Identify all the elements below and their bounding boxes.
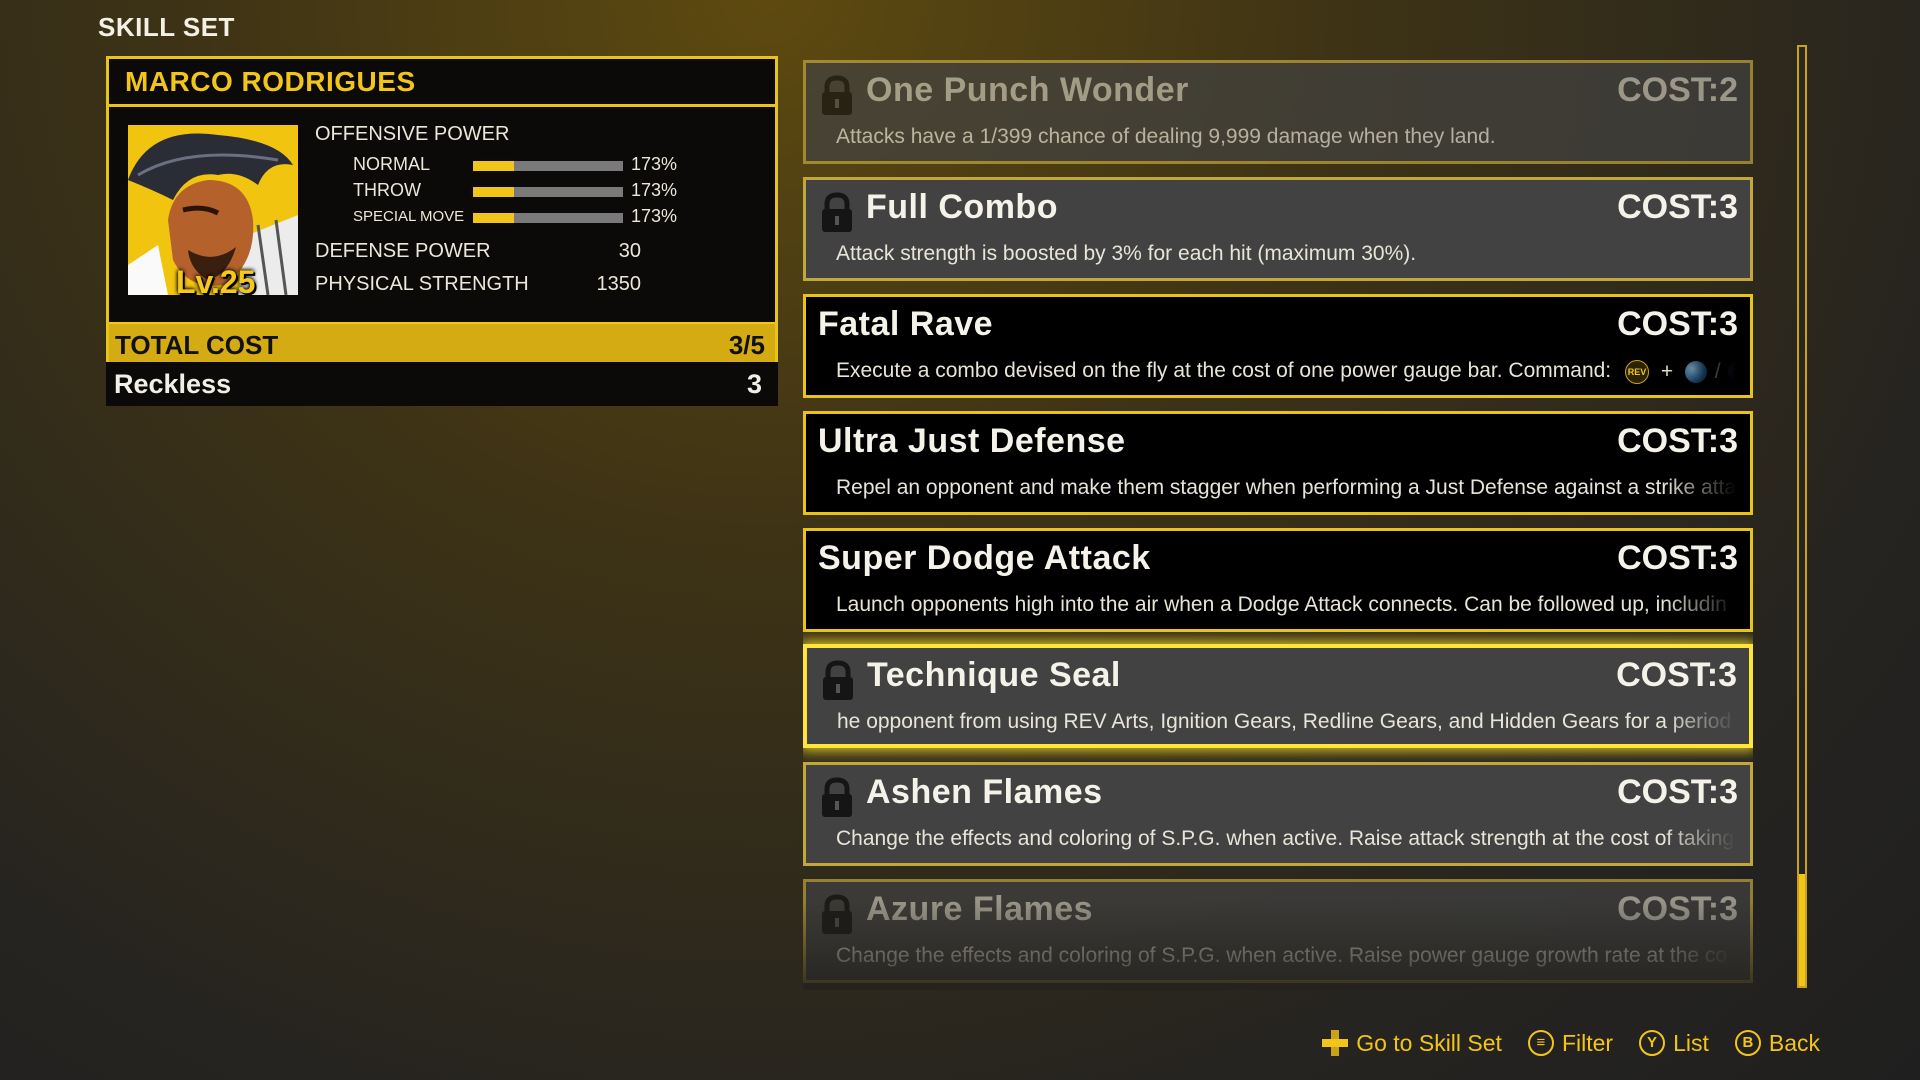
equipped-skill-name: Reckless <box>114 369 232 399</box>
skill-card-ultra-just-defense[interactable]: Ultra Just Defense COST:3 Repel an oppon… <box>803 411 1753 515</box>
skill-list[interactable]: One Punch Wonder COST:2 Attacks have a 1… <box>803 60 1753 985</box>
skill-card-fatal-rave[interactable]: Fatal Rave COST:3 Execute a combo devise… <box>803 294 1753 398</box>
skill-cost: COST:3 <box>1617 539 1738 577</box>
skill-name: Super Dodge Attack <box>818 539 1151 577</box>
skill-name: Ultra Just Defense <box>818 422 1126 460</box>
physical-strength-label: PHYSICAL STRENGTH <box>315 273 529 295</box>
offensive-power-label: OFFENSIVE POWER <box>315 123 510 145</box>
hint-label: Filter <box>1561 1029 1614 1056</box>
stat-label: THROW <box>353 180 421 200</box>
skill-name: Ashen Flames <box>866 773 1103 811</box>
physical-strength-row: PHYSICAL STRENGTH 1350 <box>315 267 685 300</box>
skill-card-technique-seal[interactable]: Technique Seal COST:3 he opponent from u… <box>803 644 1753 748</box>
hint-label: Go to Skill Set <box>1356 1029 1502 1056</box>
skill-cost: COST:3 <box>1617 422 1738 460</box>
lock-icon <box>823 660 853 700</box>
scrollbar-thumb[interactable] <box>1799 874 1805 986</box>
skill-card-full-combo[interactable]: Full Combo COST:3 Attack strength is boo… <box>803 177 1753 281</box>
skill-description: Attacks have a 1/399 chance of dealing 9… <box>836 125 1496 148</box>
stats-block: OFFENSIVE POWER NORMAL 173% THROW 173% S… <box>315 123 685 300</box>
menu-button-icon: ≡ <box>1527 1030 1554 1056</box>
defense-power-row: DEFENSE POWER 30 <box>315 234 685 267</box>
skill-description: Change the effects and coloring of S.P.G… <box>836 944 1728 967</box>
lock-icon <box>822 894 852 934</box>
stat-label: SPECIAL MOVE <box>353 208 465 225</box>
skill-list-scrollbar[interactable] <box>1797 45 1807 988</box>
rev-button-icon: REV <box>1624 359 1649 384</box>
stat-row-normal: NORMAL 173% <box>315 152 685 178</box>
skill-name: One Punch Wonder <box>866 71 1189 109</box>
stat-value: 173% <box>631 180 678 200</box>
skill-description-text: Execute a combo devised on the fly at th… <box>836 359 1612 382</box>
skill-description: Change the effects and coloring of S.P.G… <box>836 827 1735 850</box>
lock-icon <box>822 777 852 817</box>
skill-cost: COST:3 <box>1617 773 1738 811</box>
dpad-icon <box>1322 1030 1349 1056</box>
total-cost-bar: TOTAL COST 3/5 <box>109 322 775 364</box>
y-button-icon: Y <box>1639 1030 1666 1056</box>
skill-cost: COST:3 <box>1617 890 1738 928</box>
stat-bar <box>473 161 623 171</box>
command-plus: + <box>1660 359 1674 383</box>
skill-description: Attack strength is boosted by 3% for eac… <box>836 242 1417 265</box>
stat-bar <box>473 187 623 197</box>
stat-bar <box>473 213 623 223</box>
button-hints: Go to Skill Set ≡ Filter Y List B Back <box>1322 1026 1820 1060</box>
skill-cost: COST:3 <box>1616 656 1737 694</box>
skill-card-super-dodge-attack[interactable]: Super Dodge Attack COST:3 Launch opponen… <box>803 528 1753 632</box>
hint-list[interactable]: Y List <box>1639 1030 1709 1057</box>
command-slash: / <box>1714 359 1721 383</box>
skill-card-one-punch-wonder[interactable]: One Punch Wonder COST:2 Attacks have a 1… <box>803 60 1753 164</box>
stat-label: NORMAL <box>353 154 431 174</box>
stat-bar-fill <box>473 213 514 223</box>
skill-cost: COST:3 <box>1617 305 1738 343</box>
character-level: Lv.25 <box>176 264 256 295</box>
stat-row-special-move: SPECIAL MOVE 173% <box>315 204 685 230</box>
skill-name: Azure Flames <box>866 890 1094 928</box>
skill-name: Fatal Rave <box>818 305 994 343</box>
skill-card-ashen-flames[interactable]: Ashen Flames COST:3 Change the effects a… <box>803 762 1753 866</box>
defense-power-value: 30 <box>618 240 641 262</box>
skill-description: Execute a combo devised on the fly at th… <box>836 359 1736 384</box>
skill-description: Launch opponents high into the air when … <box>836 593 1727 616</box>
lock-icon <box>822 192 852 232</box>
physical-strength-value: 1350 <box>596 273 642 295</box>
screen-title: SKILL SET <box>98 12 235 42</box>
stat-value: 173% <box>631 154 678 174</box>
stat-bar-fill <box>473 187 514 197</box>
kick-button-icon <box>1728 360 1736 383</box>
stat-bar-fill <box>473 161 514 171</box>
punch-button-icon <box>1684 360 1707 383</box>
skill-description: Repel an opponent and make them stagger … <box>836 476 1736 499</box>
hint-filter[interactable]: ≡ Filter <box>1527 1029 1614 1057</box>
defense-power-label: DEFENSE POWER <box>315 240 491 262</box>
character-name: MARCO RODRIGUES <box>109 59 775 107</box>
skill-cost: COST:2 <box>1617 71 1738 109</box>
stat-value: 173% <box>631 206 678 226</box>
hint-label: List <box>1673 1029 1709 1056</box>
skill-name: Technique Seal <box>867 656 1121 694</box>
equipped-skill-cost: 3 <box>746 369 762 399</box>
hint-back[interactable]: B Back <box>1734 1029 1820 1057</box>
skill-name: Full Combo <box>866 188 1058 226</box>
character-panel: MARCO RODRIGUES Lv.25 OFFENSIVE POWER NO… <box>106 56 778 406</box>
total-cost-value: 3/5 <box>728 330 765 360</box>
command-icons: REV + / <box>1624 359 1736 384</box>
lock-icon <box>822 75 852 115</box>
skill-cost: COST:3 <box>1617 188 1738 226</box>
skill-description: he opponent from using REV Arts, Ignitio… <box>837 710 1737 733</box>
hint-go-to-skill-set[interactable]: Go to Skill Set <box>1322 1030 1502 1057</box>
b-button-icon: B <box>1734 1030 1761 1056</box>
character-portrait: Lv.25 <box>128 125 298 295</box>
equipped-skill-row[interactable]: Reckless 3 <box>106 362 778 406</box>
hint-label: Back <box>1768 1029 1820 1056</box>
stat-row-throw: THROW 173% <box>315 178 685 204</box>
total-cost-label: TOTAL COST <box>115 330 279 360</box>
skill-card-azure-flames[interactable]: Azure Flames COST:3 Change the effects a… <box>803 879 1753 983</box>
